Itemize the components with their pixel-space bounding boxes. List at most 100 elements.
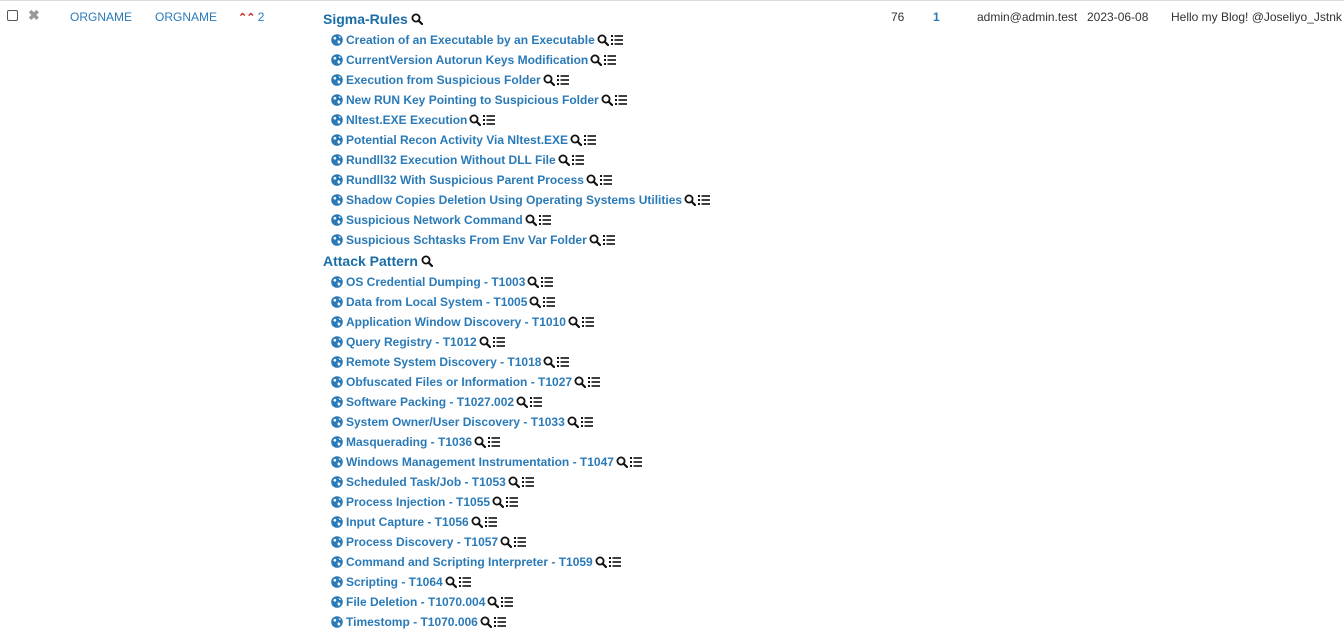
cluster-item-name[interactable]: System Owner/User Discovery - T1033 [346, 412, 565, 432]
search-icon[interactable] [474, 436, 487, 448]
cluster-item-name[interactable]: Shadow Copies Deletion Using Operating S… [346, 190, 682, 210]
cluster-item-name[interactable]: Application Window Discovery - T1010 [346, 312, 566, 332]
cluster-title-text[interactable]: Sigma-Rules [323, 10, 408, 28]
correlation-count[interactable]: 1 [933, 10, 940, 24]
cluster-item-name[interactable]: Nltest.EXE Execution [346, 110, 467, 130]
search-icon[interactable] [492, 496, 505, 508]
cluster-item-name[interactable]: Process Injection - T1055 [346, 492, 490, 512]
list-icon[interactable] [458, 577, 471, 587]
search-icon[interactable] [479, 336, 491, 348]
list-icon[interactable] [580, 417, 593, 427]
search-icon[interactable] [445, 576, 457, 588]
cluster-item-name[interactable]: Query Registry - T1012 [346, 332, 477, 352]
cluster-item-name[interactable]: Windows Management Instrumentation - T10… [346, 452, 614, 472]
search-icon[interactable] [570, 134, 583, 146]
list-icon[interactable] [588, 377, 601, 387]
cluster-item-name[interactable]: Scheduled Task/Job - T1053 [346, 472, 506, 492]
cluster-title-text[interactable]: Attack Pattern [323, 252, 418, 270]
search-icon[interactable] [471, 516, 483, 528]
search-icon[interactable] [589, 234, 601, 246]
list-icon[interactable] [484, 517, 497, 527]
cluster-item-name[interactable]: Process Discovery - T1057 [346, 532, 498, 552]
search-icon[interactable] [567, 416, 579, 428]
cluster-item-name[interactable]: Scripting - T1064 [346, 572, 443, 592]
search-icon[interactable] [508, 476, 520, 488]
list-icon[interactable] [602, 235, 615, 245]
cluster-item-name[interactable]: Potential Recon Activity Via Nltest.EXE [346, 130, 568, 150]
search-icon[interactable] [487, 596, 500, 608]
list-icon[interactable] [501, 597, 514, 607]
list-icon[interactable] [541, 277, 554, 287]
cluster-item-name[interactable]: New RUN Key Pointing to Suspicious Folde… [346, 90, 599, 110]
search-icon[interactable] [616, 456, 628, 468]
cluster-item-name[interactable]: Rundll32 With Suspicious Parent Process [346, 170, 584, 190]
list-icon[interactable] [488, 437, 501, 447]
list-icon[interactable] [556, 75, 569, 85]
search-icon[interactable] [543, 356, 556, 368]
search-icon[interactable] [590, 54, 603, 66]
cluster-item-name[interactable]: Suspicious Schtasks From Env Var Folder [346, 230, 587, 250]
close-icon[interactable]: ✖ [28, 7, 40, 23]
globe-icon [331, 316, 343, 328]
cluster-item-name[interactable]: Execution from Suspicious Folder [346, 70, 541, 90]
list-icon[interactable] [599, 175, 612, 185]
list-icon[interactable] [698, 195, 711, 205]
search-icon[interactable] [597, 34, 609, 46]
search-icon[interactable] [500, 536, 513, 548]
list-icon[interactable] [557, 357, 570, 367]
list-icon[interactable] [614, 95, 627, 105]
cluster-item-name[interactable]: Timestomp - T1070.006 [346, 612, 478, 632]
list-icon[interactable] [610, 35, 623, 45]
list-icon[interactable] [581, 317, 594, 327]
search-icon[interactable] [525, 214, 537, 226]
list-icon[interactable] [506, 497, 519, 507]
list-icon[interactable] [483, 115, 496, 125]
row-select-checkbox[interactable] [7, 10, 18, 21]
search-icon[interactable] [586, 174, 598, 186]
list-icon[interactable] [530, 397, 543, 407]
cluster-item-name[interactable]: File Deletion - T1070.004 [346, 592, 485, 612]
search-icon[interactable] [529, 296, 542, 308]
search-icon[interactable] [421, 255, 433, 267]
cluster-item-name[interactable]: Suspicious Network Command [346, 210, 523, 230]
list-icon[interactable] [492, 337, 505, 347]
search-icon[interactable] [411, 13, 423, 25]
list-icon[interactable] [521, 477, 534, 487]
list-icon[interactable] [543, 297, 556, 307]
cluster-item-name[interactable]: Masquerading - T1036 [346, 432, 472, 452]
search-icon[interactable] [480, 616, 492, 628]
cluster-item-name[interactable]: OS Credential Dumping - T1003 [346, 272, 525, 292]
cluster-item-name[interactable]: Rundll32 Execution Without DLL File [346, 150, 556, 170]
list-icon[interactable] [538, 215, 551, 225]
cluster-item-name[interactable]: CurrentVersion Autorun Keys Modification [346, 50, 588, 70]
search-icon[interactable] [684, 194, 697, 206]
cluster-item-name[interactable]: Data from Local System - T1005 [346, 292, 527, 312]
search-icon[interactable] [543, 74, 555, 86]
search-icon[interactable] [516, 396, 529, 408]
cluster-item-name[interactable]: Command and Scripting Interpreter - T105… [346, 552, 593, 572]
cluster-item-name[interactable]: Creation of an Executable by an Executab… [346, 30, 595, 50]
search-icon[interactable] [595, 556, 607, 568]
search-icon[interactable] [558, 154, 570, 166]
list-icon[interactable] [629, 457, 642, 467]
cluster-item-name[interactable]: Input Capture - T1056 [346, 512, 469, 532]
cluster-item: File Deletion - T1070.004 [331, 592, 883, 612]
search-icon[interactable] [601, 94, 613, 106]
search-icon[interactable] [574, 376, 587, 388]
search-icon[interactable] [469, 114, 482, 126]
list-icon[interactable] [514, 537, 527, 547]
list-icon[interactable] [608, 557, 621, 567]
list-icon[interactable] [571, 155, 584, 165]
list-icon[interactable] [604, 55, 617, 65]
owner-org-name[interactable]: ORGNAME [155, 10, 217, 24]
org-name[interactable]: ORGNAME [70, 10, 132, 24]
list-icon[interactable] [493, 617, 506, 627]
cluster-item-name[interactable]: Obfuscated Files or Information - T1027 [346, 372, 572, 392]
cluster-item-name[interactable]: Software Packing - T1027.002 [346, 392, 514, 412]
search-icon[interactable] [568, 316, 580, 328]
event-info: Hello my Blog! @Joseliyo_Jstnk [1171, 10, 1342, 24]
list-icon[interactable] [584, 135, 597, 145]
globe-icon [331, 174, 343, 186]
search-icon[interactable] [527, 276, 540, 288]
cluster-item-name[interactable]: Remote System Discovery - T1018 [346, 352, 541, 372]
